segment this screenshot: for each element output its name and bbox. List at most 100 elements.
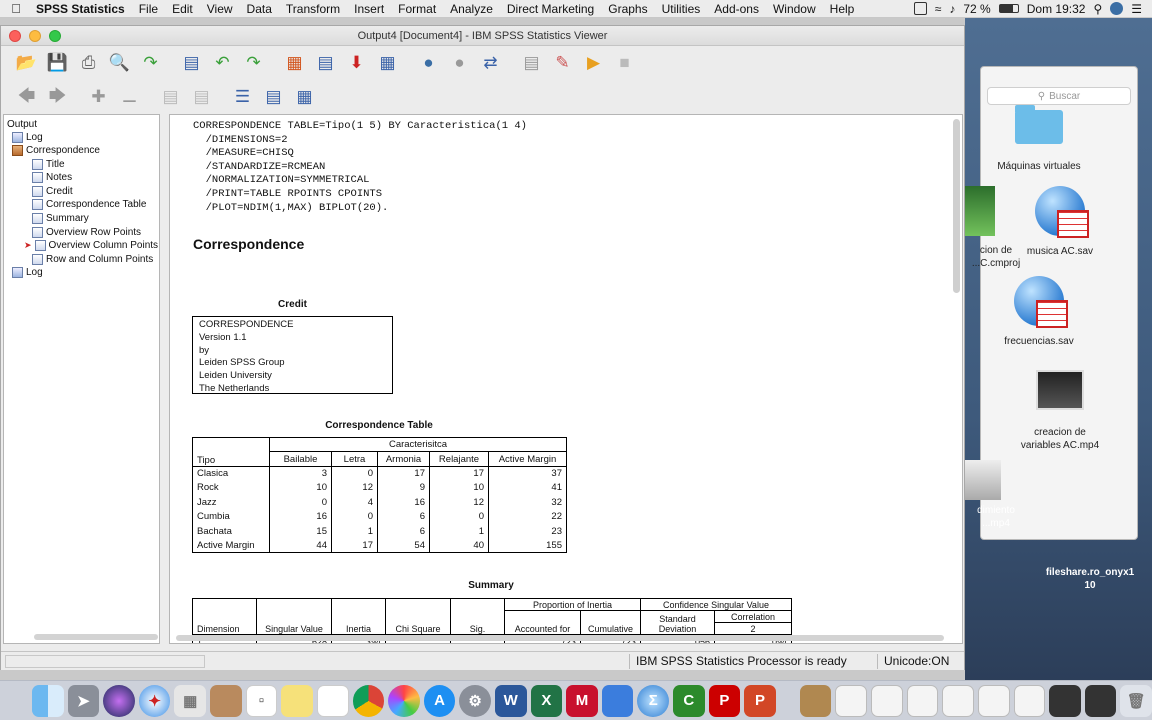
- system-preferences-icon[interactable]: ⚙: [459, 684, 491, 717]
- menu-edit[interactable]: Edit: [165, 2, 200, 16]
- word-icon[interactable]: W: [494, 684, 527, 717]
- menu-insert[interactable]: Insert: [347, 2, 391, 16]
- chrome-icon[interactable]: [352, 684, 385, 717]
- notes-icon[interactable]: [281, 684, 313, 717]
- window-thumbnail-icon[interactable]: [835, 684, 868, 717]
- mendeley-icon[interactable]: M: [566, 684, 598, 717]
- content-vertical-scrollbar[interactable]: [953, 119, 960, 293]
- recall-dialog-icon[interactable]: ▤: [178, 50, 205, 77]
- credit-table[interactable]: CORRESPONDENCE Version 1.1 by Leiden SPS…: [192, 316, 393, 394]
- excel-icon[interactable]: X: [530, 684, 563, 717]
- designate-window-icon[interactable]: ⇄: [477, 50, 504, 77]
- finder-icon[interactable]: [32, 684, 64, 717]
- notification-center-icon[interactable]: ☰: [1131, 2, 1142, 16]
- menu-transform[interactable]: Transform: [279, 2, 347, 16]
- expand-icon[interactable]: ✚: [85, 84, 112, 111]
- show-icon[interactable]: ▤: [157, 84, 184, 111]
- desktop-item-creacion-mp4[interactable]: creacion de variables AC.mp4: [1016, 370, 1104, 452]
- outline-item-summary[interactable]: Summary: [32, 212, 89, 225]
- menu-analyze[interactable]: Analyze: [443, 2, 500, 16]
- content-horizontal-scrollbar[interactable]: [176, 635, 944, 641]
- goto-variable-icon[interactable]: ⬇: [343, 50, 370, 77]
- window-thumbnail-icon[interactable]: [1084, 684, 1117, 717]
- launchpad-icon[interactable]: ➤: [67, 684, 100, 717]
- goto-data-icon[interactable]: ▦: [281, 50, 308, 77]
- window-thumbnail-icon[interactable]: [942, 684, 974, 717]
- redo-icon[interactable]: ↷: [240, 50, 267, 77]
- insert-title-icon[interactable]: ▤: [260, 84, 287, 111]
- hide-icon[interactable]: ▤: [188, 84, 215, 111]
- goto-case-icon[interactable]: ▤: [312, 50, 339, 77]
- user-avatar-icon[interactable]: [1110, 2, 1124, 15]
- desktop-item-musica-sav[interactable]: musica AC.sav: [1016, 186, 1104, 258]
- variables-icon[interactable]: ▦: [374, 50, 401, 77]
- window-thumbnail-icon[interactable]: [871, 684, 903, 717]
- outline-horizontal-scrollbar[interactable]: [34, 634, 158, 640]
- archive-utility-icon[interactable]: [799, 684, 832, 717]
- desktop-item-maquinas-virtuales[interactable]: Máquinas virtuales: [995, 105, 1083, 173]
- outline-item-overview-row-points[interactable]: Overview Row Points: [32, 226, 141, 239]
- outline-item-row-column-points[interactable]: Row and Column Points: [32, 253, 153, 266]
- print-preview-icon[interactable]: 🔍: [106, 50, 133, 77]
- insert-heading-icon[interactable]: ☰: [229, 84, 256, 111]
- collapse-icon[interactable]: ⚊: [116, 84, 143, 111]
- title-bar[interactable]: Output4 [Document4] - IBM SPSS Statistic…: [1, 26, 964, 46]
- reminders-icon[interactable]: [316, 684, 349, 717]
- menu-utilities[interactable]: Utilities: [655, 2, 708, 16]
- powerpoint-icon[interactable]: P: [744, 684, 776, 717]
- outline-item-title[interactable]: Title: [32, 158, 65, 171]
- menu-window[interactable]: Window: [766, 2, 823, 16]
- extension-icon[interactable]: [913, 2, 927, 15]
- window-thumbnail-icon[interactable]: [1049, 684, 1081, 717]
- keynote-icon[interactable]: [601, 684, 634, 717]
- menu-add-ons[interactable]: Add-ons: [707, 2, 766, 16]
- apple-menu-icon[interactable]: : [0, 1, 32, 16]
- calendar-icon[interactable]: ▫: [245, 684, 278, 717]
- battery-percent[interactable]: 72 %: [963, 2, 990, 16]
- safari-icon[interactable]: ✦: [138, 684, 171, 717]
- window-thumbnail-icon[interactable]: [977, 684, 1010, 717]
- battery-icon[interactable]: [998, 4, 1019, 13]
- finder-search-input[interactable]: ⚲ Buscar: [987, 87, 1131, 105]
- spotlight-icon[interactable]: ⚲: [1093, 2, 1102, 16]
- export-icon[interactable]: ↷: [137, 50, 164, 77]
- syntax-log[interactable]: CORRESPONDENCE TABLE=Tipo(1 5) BY Caract…: [193, 120, 527, 215]
- outline-item-log-2[interactable]: Log: [12, 266, 43, 279]
- menu-help[interactable]: Help: [823, 2, 862, 16]
- outline-item-correspondence-table[interactable]: Correspondence Table: [32, 198, 146, 211]
- desktop-item-fileshare[interactable]: fileshare.ro_onyx1 10: [1040, 566, 1140, 592]
- insert-text-icon[interactable]: ▦: [291, 84, 318, 111]
- outline-item-log[interactable]: Log: [12, 131, 43, 144]
- show-all-variables-icon[interactable]: ●: [446, 50, 473, 77]
- outline-item-overview-column-points[interactable]: ➤ Overview Column Points: [24, 239, 158, 252]
- camtasia-icon[interactable]: C: [673, 684, 705, 717]
- window-thumbnail-icon[interactable]: [906, 684, 939, 717]
- outline-item-credit[interactable]: Credit: [32, 185, 73, 198]
- menu-view[interactable]: View: [200, 2, 240, 16]
- menu-data[interactable]: Data: [240, 2, 279, 16]
- demote-icon[interactable]: 🡆: [44, 84, 71, 111]
- select-last-output-icon[interactable]: ▤: [518, 50, 545, 77]
- app-store-icon[interactable]: A: [423, 684, 456, 717]
- menu-graphs[interactable]: Graphs: [601, 2, 654, 16]
- outline-item-output[interactable]: Output: [7, 118, 37, 131]
- procedure-heading[interactable]: Correspondence: [193, 236, 304, 252]
- run-script-icon[interactable]: ▶: [580, 50, 607, 77]
- menu-app-spss[interactable]: SPSS Statistics: [32, 2, 132, 16]
- window-thumbnail-icon[interactable]: [1013, 684, 1046, 717]
- volume-icon[interactable]: ♪: [949, 2, 955, 16]
- menu-format[interactable]: Format: [391, 2, 443, 16]
- open-icon[interactable]: 📂: [13, 50, 40, 77]
- contacts-icon[interactable]: [210, 684, 242, 717]
- apps-grid-icon[interactable]: ▦: [174, 684, 207, 717]
- menu-direct-marketing[interactable]: Direct Marketing: [500, 2, 601, 16]
- acrobat-icon[interactable]: P: [708, 684, 741, 717]
- promote-icon[interactable]: 🡄: [13, 84, 40, 111]
- use-variable-sets-icon[interactable]: ●: [415, 50, 442, 77]
- trash-icon[interactable]: 🗑: [1120, 684, 1152, 717]
- clock[interactable]: Dom 19:32: [1027, 2, 1086, 16]
- pane-splitter[interactable]: [162, 114, 168, 644]
- photos-icon[interactable]: [388, 684, 420, 717]
- save-icon[interactable]: 💾: [44, 50, 71, 77]
- print-icon[interactable]: ⎙: [75, 50, 102, 77]
